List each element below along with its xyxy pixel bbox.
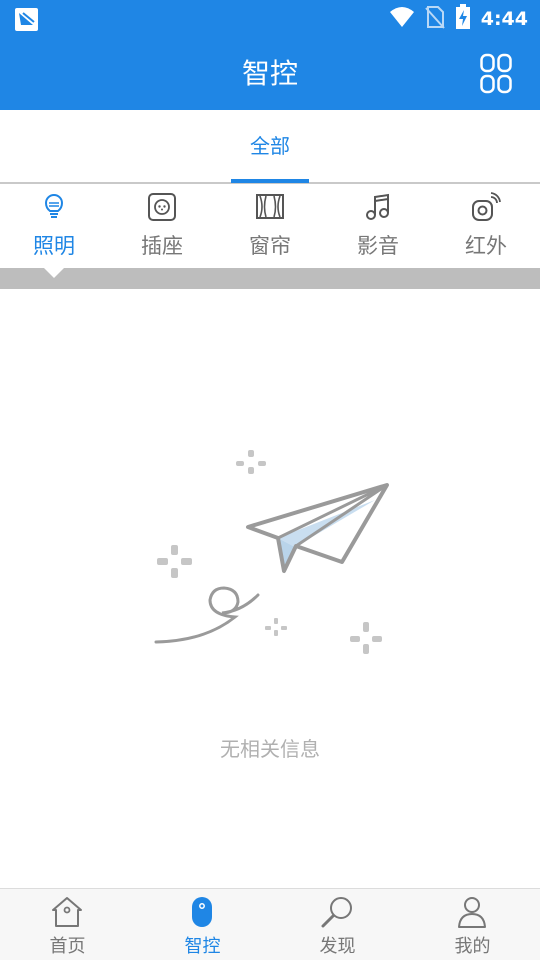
nav-control[interactable]: 智控 bbox=[135, 889, 270, 960]
category-label: 红外 bbox=[465, 234, 507, 258]
category-infrared[interactable]: 红外 bbox=[432, 184, 540, 268]
category-label: 窗帘 bbox=[249, 234, 291, 258]
nav-discover[interactable]: 发现 bbox=[270, 889, 405, 960]
empty-state-message: 无相关信息 bbox=[220, 737, 320, 761]
home-icon bbox=[52, 897, 82, 927]
bottom-nav: 首页 智控 发现 我的 bbox=[0, 888, 540, 960]
nav-label: 首页 bbox=[49, 936, 86, 957]
tab-bar: 全部 bbox=[0, 110, 540, 184]
app-bar: 智控 bbox=[0, 38, 540, 110]
wifi-icon bbox=[389, 6, 415, 32]
tab-indicator bbox=[231, 179, 309, 183]
status-icons: 4:44 bbox=[389, 0, 528, 38]
category-media[interactable]: 影音 bbox=[324, 184, 432, 268]
grid-icon bbox=[480, 53, 512, 94]
category-divider-bar bbox=[0, 268, 540, 289]
music-icon bbox=[366, 193, 389, 220]
status-time: 4:44 bbox=[480, 8, 528, 30]
page-title: 智控 bbox=[241, 57, 298, 90]
category-label: 插座 bbox=[141, 234, 183, 258]
grid-menu-button[interactable] bbox=[480, 52, 512, 96]
profile-icon bbox=[458, 897, 486, 928]
paper-plane-icon bbox=[154, 450, 389, 654]
infrared-icon bbox=[472, 192, 501, 221]
socket-icon bbox=[148, 193, 176, 221]
nav-home[interactable]: 首页 bbox=[0, 889, 135, 960]
category-label: 影音 bbox=[357, 234, 399, 258]
nav-label: 智控 bbox=[184, 936, 221, 957]
category-curtain[interactable]: 窗帘 bbox=[216, 184, 324, 268]
category-label: 照明 bbox=[33, 234, 75, 258]
nav-label: 发现 bbox=[319, 936, 356, 957]
control-icon bbox=[192, 897, 212, 927]
selected-category-indicator bbox=[44, 268, 64, 278]
app-notification-icon bbox=[15, 8, 38, 31]
battery-charging-icon bbox=[455, 4, 471, 34]
tab-all[interactable]: 全部 bbox=[231, 110, 309, 182]
curtain-icon bbox=[256, 194, 284, 219]
discover-icon bbox=[321, 897, 352, 928]
status-bar: 4:44 bbox=[0, 0, 540, 38]
bulb-icon bbox=[44, 194, 64, 218]
nav-label: 我的 bbox=[454, 936, 491, 957]
nav-profile[interactable]: 我的 bbox=[405, 889, 540, 960]
no-sim-icon bbox=[424, 5, 445, 33]
category-lighting[interactable]: 照明 bbox=[0, 184, 108, 268]
category-bar: 照明 插座 窗帘 影音 红外 bbox=[0, 184, 540, 268]
category-socket[interactable]: 插座 bbox=[108, 184, 216, 268]
